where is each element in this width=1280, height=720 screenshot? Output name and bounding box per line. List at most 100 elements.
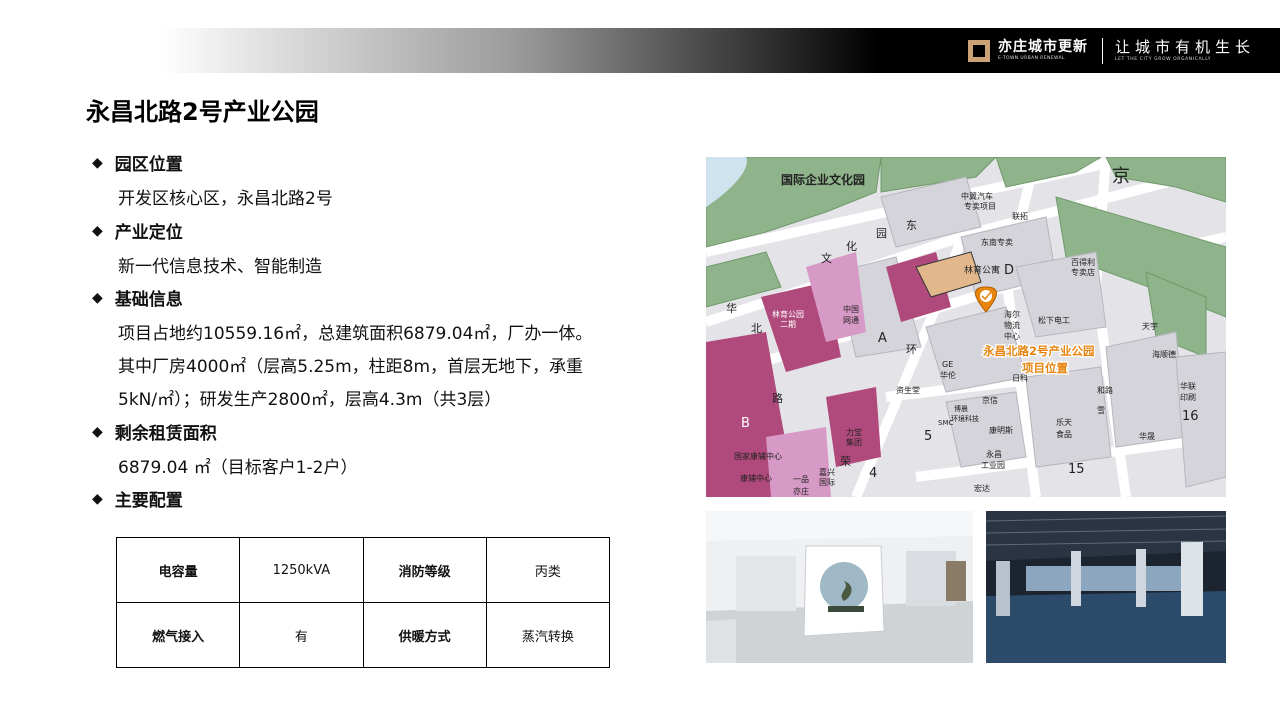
section-rent-text: 6879.04 ㎡（目标客户1-2户） bbox=[118, 458, 358, 478]
map-label-kangfu: 康辅中心 bbox=[740, 473, 772, 483]
map-label-yinji: 印刷 bbox=[1180, 393, 1196, 402]
map-label-linyu: 林育公寓 bbox=[964, 264, 1000, 276]
map-label-park2: 林育公园 bbox=[772, 309, 804, 319]
section-basic-line-1: 项目占地约10559.16㎡，总建筑面积6879.04㎡，厂办一体。 bbox=[118, 324, 593, 344]
section-basic-line-3: 5kN/㎡）；研发生产2800㎡，层高4.3m（共3层） bbox=[118, 390, 502, 410]
map-label-road-wen: 文 bbox=[821, 251, 832, 265]
table-cell: 燃气接入 bbox=[115, 602, 241, 668]
section-heading-text: 剩余租赁面积 bbox=[114, 424, 217, 444]
map-label-letian2: 食品 bbox=[1056, 429, 1072, 439]
interior-photo-lobby bbox=[706, 511, 973, 663]
table-cell: 1250kVA bbox=[239, 537, 364, 603]
map-label-yizhuang: 亦庄 bbox=[793, 486, 809, 496]
table-cell: 蒸汽转换 bbox=[485, 602, 611, 668]
map-label-4: 4 bbox=[869, 466, 877, 481]
brand-slogan-block: 让城市有机生长 LET THE CITY GROW ORGANICALLY bbox=[1115, 37, 1256, 63]
table-row: 电容量 1250kVA 消防等级 丙类 bbox=[115, 537, 611, 603]
map-label-15: 15 bbox=[1068, 462, 1085, 477]
map-label-road-lu: 路 bbox=[772, 392, 783, 405]
map-label-road-rong: 荣 bbox=[840, 455, 851, 468]
map-label-xue: 雪 bbox=[1097, 406, 1105, 415]
map-label-jituan: 集团 bbox=[846, 437, 862, 447]
brand-slogan-en: LET THE CITY GROW ORGANICALLY bbox=[1115, 56, 1212, 62]
map-label-jingxin: 京信 bbox=[982, 395, 998, 405]
interior-photo-lobby-svg bbox=[706, 511, 973, 663]
map-label-zhongyi: 中翼汽车 bbox=[961, 191, 993, 201]
map-label-yongchang2: 工业园 bbox=[981, 460, 1005, 470]
diamond-bullet-icon: ◆ bbox=[92, 490, 103, 507]
brand-slogan: 让城市有机生长 bbox=[1115, 37, 1256, 56]
map-label-songxia: 松下电工 bbox=[1038, 315, 1070, 325]
table-row: 燃气接入 有 供暖方式 蒸汽转换 bbox=[115, 602, 611, 668]
section-rent-heading: ◆ 剩余租赁面积 bbox=[92, 419, 217, 445]
map-label-baiyinli2: 专卖店 bbox=[1071, 267, 1095, 277]
brand-logo-icon bbox=[968, 40, 990, 62]
map-label-baoding: 宏达 bbox=[974, 483, 990, 493]
section-heading-text: 园区位置 bbox=[114, 155, 183, 175]
map-label-haiming: 海顺德 bbox=[1152, 349, 1176, 359]
project-marker-label-2: 项目位置 bbox=[1022, 361, 1068, 375]
config-table: 电容量 1250kVA 消防等级 丙类 燃气接入 有 供暖方式 蒸汽转换 bbox=[115, 537, 611, 668]
brand-divider bbox=[1102, 38, 1103, 64]
section-industry-text: 新一代信息技术、智能制造 bbox=[118, 257, 322, 277]
section-heading-text: 主要配置 bbox=[114, 491, 183, 511]
location-map: 国际企业文化园 京 中翼汽车 专卖项目 联拓 东南专卖 百得利 专卖店 林育公寓… bbox=[706, 157, 1226, 497]
map-label-guojia: 国家康辅中心 bbox=[734, 451, 782, 461]
map-label-hehe: 和路 bbox=[1097, 385, 1113, 395]
table-cell: 电容量 bbox=[115, 537, 241, 603]
section-location-text: 开发区核心区，永昌北路2号 bbox=[118, 189, 333, 209]
brand-name: 亦庄城市更新 E-TOWN URBAN RENEWAL bbox=[998, 40, 1088, 62]
section-basic-heading: ◆ 基础信息 bbox=[92, 285, 183, 311]
map-label-5: 5 bbox=[924, 429, 932, 444]
interior-photo-hall bbox=[986, 511, 1226, 663]
map-label-haier: 海尔 bbox=[1004, 309, 1020, 319]
map-label-road-hua: 华 bbox=[726, 301, 737, 315]
diamond-bullet-icon: ◆ bbox=[92, 222, 103, 239]
map-label-yipin: 一品 bbox=[793, 475, 809, 484]
brand-name-en: E-TOWN URBAN RENEWAL bbox=[998, 56, 1065, 62]
table-cell: 消防等级 bbox=[362, 537, 487, 603]
table-cell: 有 bbox=[239, 602, 364, 668]
page-title: 永昌北路2号产业公园 bbox=[86, 98, 319, 126]
map-label-ge: GE bbox=[942, 360, 953, 369]
diamond-bullet-icon: ◆ bbox=[92, 154, 103, 171]
brand-block: 亦庄城市更新 E-TOWN URBAN RENEWAL 让城市有机生长 LET … bbox=[968, 36, 1255, 66]
map-label-road-bei: 北 bbox=[751, 322, 762, 335]
map-label-kangming: 康明斯 bbox=[989, 425, 1013, 435]
map-label-jing: 京 bbox=[1112, 166, 1130, 187]
table-cell: 丙类 bbox=[485, 537, 611, 603]
map-label-d: D bbox=[1004, 263, 1014, 278]
diamond-bullet-icon: ◆ bbox=[92, 423, 103, 440]
map-label-guoji: 国际 bbox=[819, 478, 835, 487]
section-location-heading: ◆ 园区位置 bbox=[92, 150, 183, 176]
map-label-zhongyi2: 专卖项目 bbox=[964, 201, 996, 211]
map-label-yongchang: 永昌 bbox=[986, 449, 1002, 459]
table-cell: 供暖方式 bbox=[362, 602, 487, 668]
map-label-letian: 乐天 bbox=[1056, 417, 1072, 427]
map-label-a: A bbox=[878, 331, 887, 346]
map-label-wangtong: 网通 bbox=[843, 315, 859, 325]
location-map-svg: 国际企业文化园 京 中翼汽车 专卖项目 联拓 东南专卖 百得利 专卖店 林育公寓… bbox=[706, 157, 1226, 497]
map-label-road-yuan: 园 bbox=[876, 227, 887, 240]
brand-name-cn: 亦庄城市更新 bbox=[998, 39, 1088, 56]
map-label-park2b: 二期 bbox=[780, 320, 796, 329]
interior-photo-hall-svg bbox=[986, 511, 1226, 663]
map-label-center: 中心 bbox=[1004, 331, 1020, 341]
map-label-b: B bbox=[741, 416, 750, 431]
map-label-hualun: 华伦 bbox=[940, 370, 956, 380]
map-label-tianyu: 天宇 bbox=[1142, 321, 1158, 331]
section-config-heading: ◆ 主要配置 bbox=[92, 486, 183, 512]
map-label-jiayan: 嘉兴 bbox=[819, 467, 835, 477]
map-label-huaguo: 华联 bbox=[1180, 381, 1196, 391]
map-label-road-hua2: 化 bbox=[846, 239, 857, 253]
map-label-16: 16 bbox=[1182, 409, 1199, 424]
map-label-zhongguo: 中国 bbox=[843, 304, 859, 314]
map-label-road-huan: 环 bbox=[906, 343, 917, 356]
map-label-huanbao2: 环境科技 bbox=[951, 414, 979, 423]
map-label-dongnan: 东南专卖 bbox=[981, 237, 1013, 247]
section-basic-line-2: 其中厂房4000㎡（层高5.25m，柱距8m，首层无地下，承重 bbox=[118, 357, 584, 377]
map-label-smc: SMC bbox=[938, 419, 953, 427]
diamond-bullet-icon: ◆ bbox=[92, 289, 103, 306]
project-marker-label-1: 永昌北路2号产业公园 bbox=[982, 344, 1095, 358]
map-label-park: 国际企业文化园 bbox=[781, 172, 865, 187]
